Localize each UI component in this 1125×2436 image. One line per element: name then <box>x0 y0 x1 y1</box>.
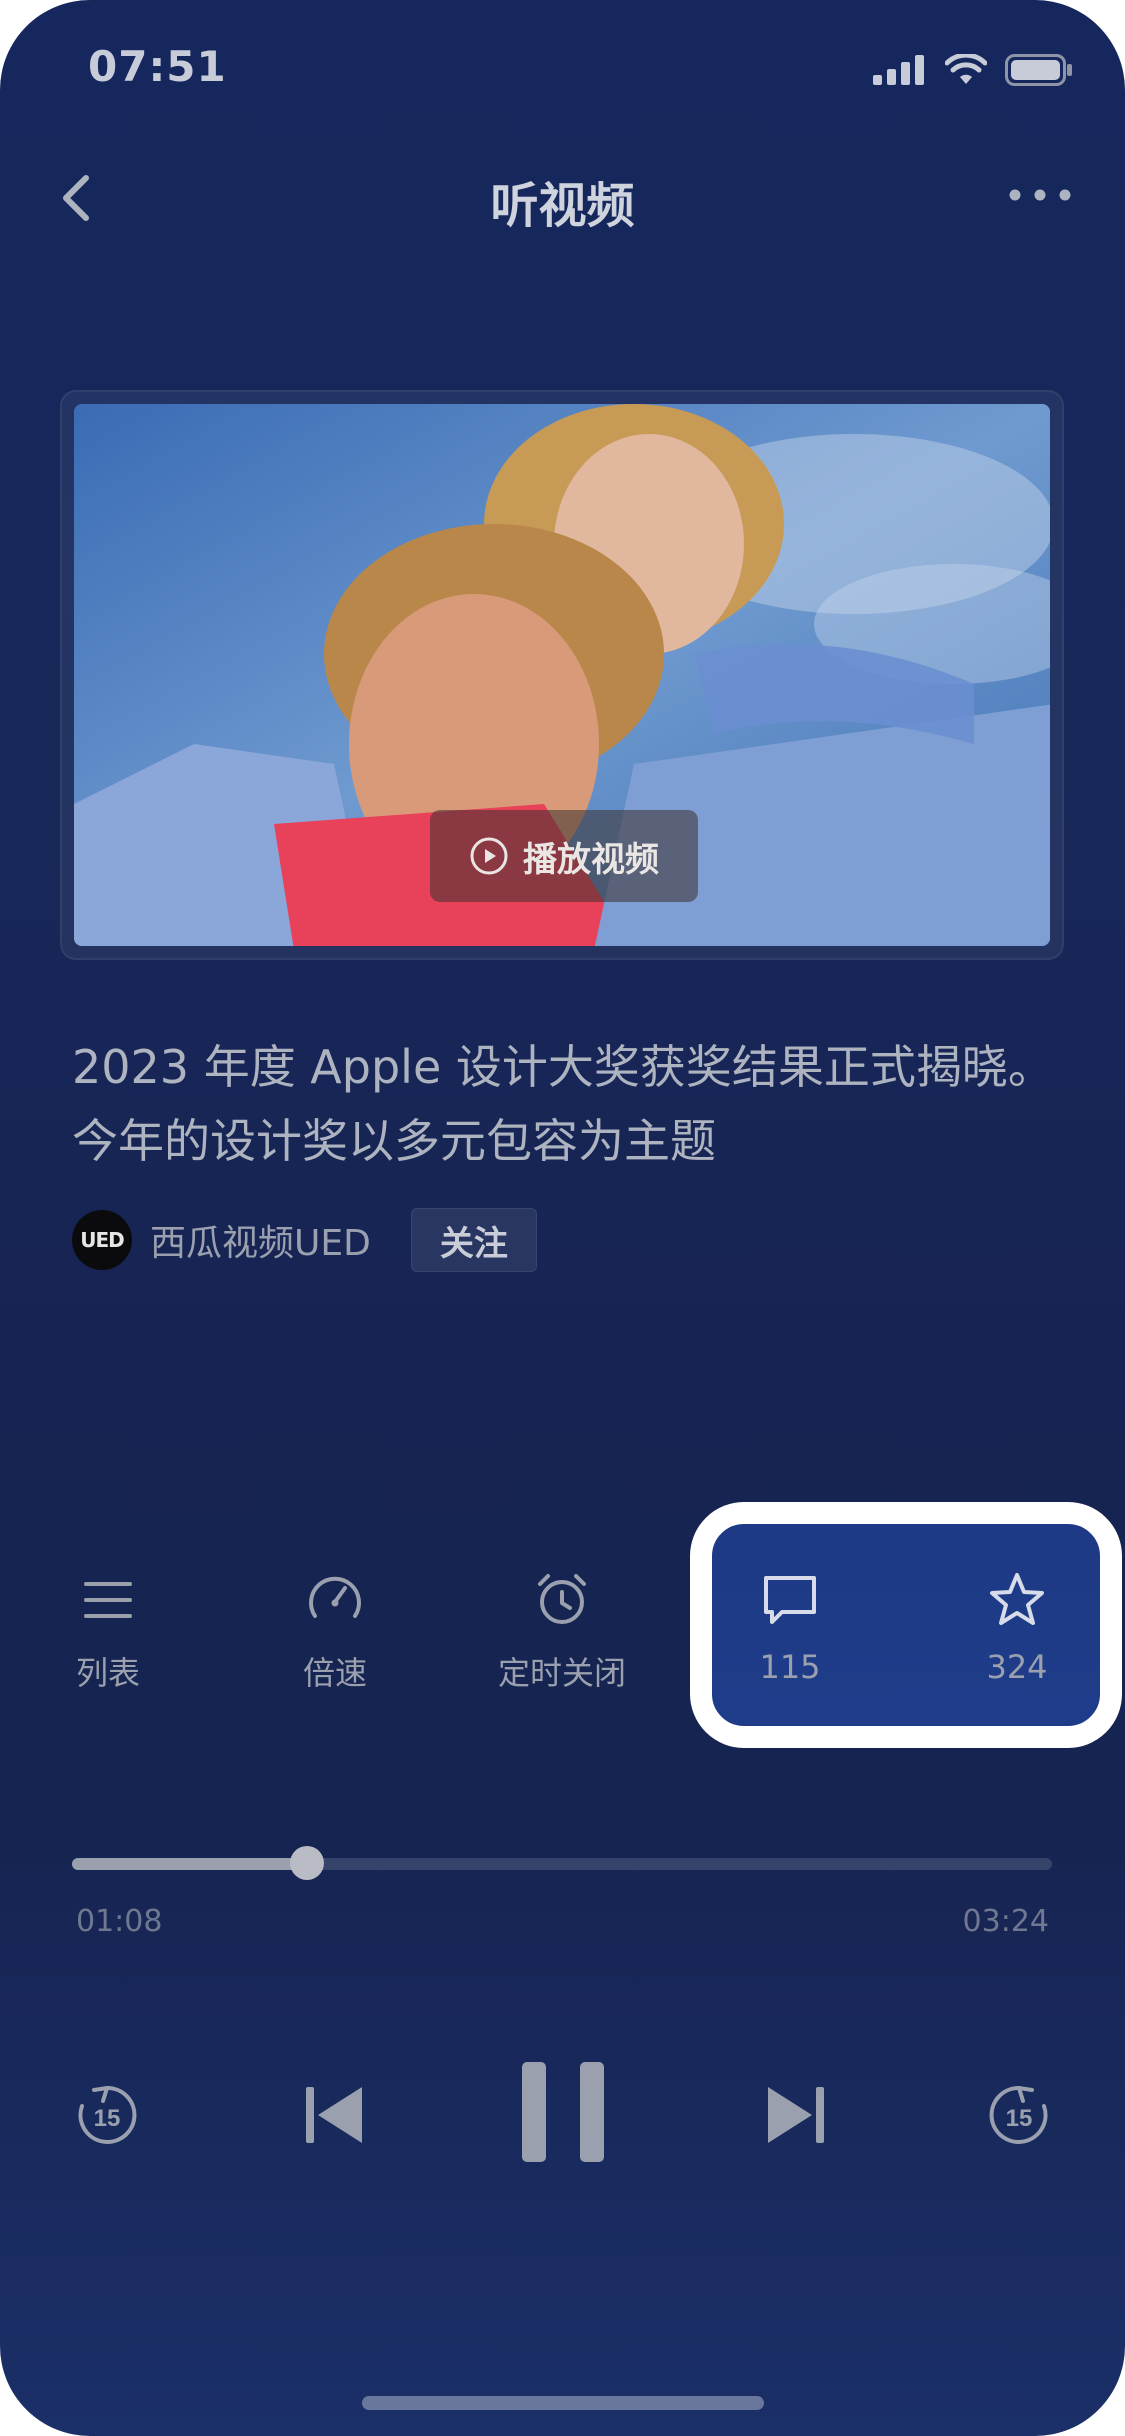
rewind-15-icon: 15 <box>78 2085 137 2144</box>
timer-label: 定时关闭 <box>497 1654 626 1692</box>
status-time: 07:51 <box>88 42 227 91</box>
previous-button[interactable] <box>300 2080 370 2150</box>
video-title: 2023 年度 Apple 设计大奖获奖结果正式揭晓。今年的设计奖以多元包容为主… <box>72 1040 1054 1168</box>
forward-seconds: 15 <box>1006 2105 1033 2132</box>
battery-icon <box>1005 54 1072 86</box>
speed-button[interactable]: 倍速 <box>245 1570 425 1700</box>
speed-label: 倍速 <box>302 1654 367 1692</box>
avatar-text: UED <box>80 1228 125 1252</box>
alarm-clock-icon <box>538 1574 586 1624</box>
signal-icon <box>873 55 924 85</box>
comment-icon <box>764 1576 816 1624</box>
list-icon <box>84 1582 132 1618</box>
comment-button[interactable]: 115 <box>700 1570 880 1700</box>
play-video-button[interactable]: 播放视频 <box>430 810 698 902</box>
speedometer-icon <box>309 1576 361 1618</box>
forward-15-button[interactable]: 15 <box>984 2080 1054 2150</box>
list-button[interactable]: 列表 <box>18 1570 198 1700</box>
pause-button[interactable] <box>518 2060 608 2164</box>
next-button[interactable] <box>760 2080 830 2150</box>
more-button[interactable] <box>1005 180 1075 210</box>
page-title: 听视频 <box>490 178 635 234</box>
status-icons <box>873 52 1073 88</box>
avatar[interactable]: UED <box>72 1210 132 1270</box>
total-time: 03:24 <box>962 1904 1049 1939</box>
home-indicator[interactable] <box>362 2396 764 2410</box>
forward-15-icon: 15 <box>989 2085 1048 2144</box>
progress-knob[interactable] <box>290 1846 325 1880</box>
follow-button[interactable]: 关注 <box>410 1208 537 1272</box>
phone-screen: 07:51 听视频 播放视频 2023 年度 Apple 设计大奖获奖结果正式揭… <box>0 0 1125 2436</box>
list-label: 列表 <box>75 1654 140 1692</box>
star-icon <box>990 1573 1044 1625</box>
rewind-seconds: 15 <box>94 2105 121 2132</box>
wifi-icon <box>945 54 987 84</box>
author-name[interactable]: 西瓜视频UED <box>150 1214 371 1266</box>
favorite-button[interactable]: 324 <box>927 1570 1107 1700</box>
current-time: 01:08 <box>76 1904 163 1939</box>
timer-button[interactable]: 定时关闭 <box>472 1570 652 1700</box>
author-row: UED 西瓜视频UED 关注 <box>72 1208 537 1272</box>
pause-icon <box>522 2062 604 2162</box>
comment-count: 115 <box>759 1648 821 1686</box>
progress-bar[interactable] <box>72 1846 1052 1880</box>
play-video-label: 播放视频 <box>523 839 659 880</box>
more-dots-icon <box>1009 189 1071 201</box>
play-circle-icon <box>470 837 508 875</box>
progress-fill <box>72 1858 308 1870</box>
skip-next-icon <box>768 2087 824 2143</box>
skip-previous-icon <box>306 2087 362 2143</box>
rewind-15-button[interactable]: 15 <box>72 2080 142 2150</box>
favorite-count: 324 <box>986 1648 1048 1686</box>
